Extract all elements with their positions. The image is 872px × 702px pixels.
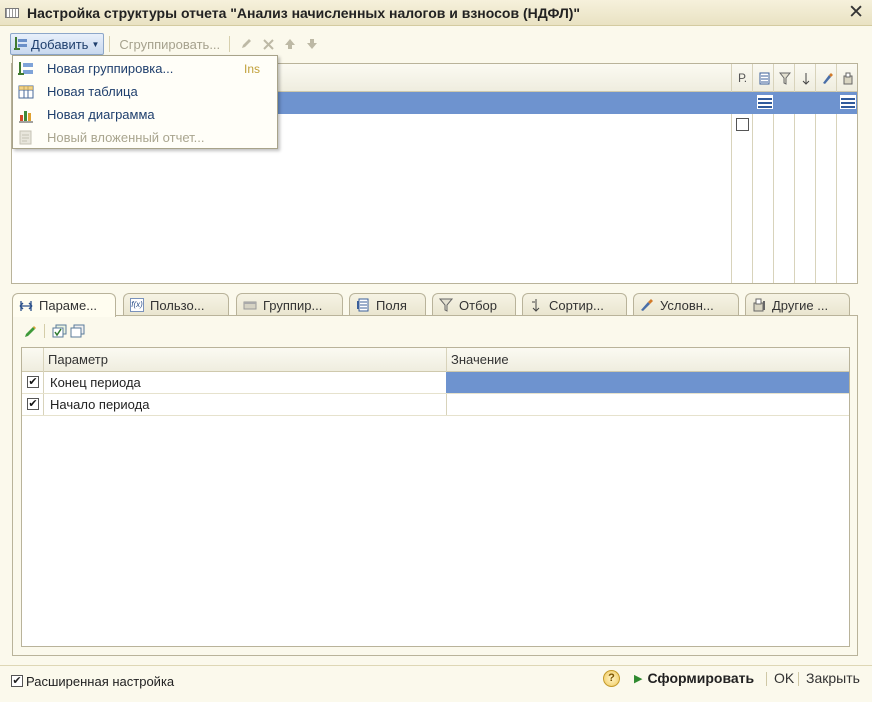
generate-button-label: Сформировать [647,670,755,686]
tab-label: Группир... [263,297,323,313]
parameters-toolbar [21,321,86,341]
conditional-format-column-icon[interactable] [816,64,837,92]
menu-item-label: Новая диаграмма [47,107,155,122]
fields-icon [357,298,369,312]
ok-button[interactable]: OK [774,670,794,686]
tab-label: Поля [376,297,407,313]
chevron-down-icon: ▼ [91,39,100,49]
play-icon: ▶ [634,672,643,685]
tab-user-fields[interactable]: f(x) Пользо... [123,293,229,316]
other-setting-icon[interactable] [840,95,856,109]
parameter-value-cell[interactable] [446,372,849,393]
table-icon [18,85,34,98]
menu-item-new-chart[interactable]: Новая диаграмма [13,103,277,126]
menu-item-new-grouping[interactable]: Новая группировка... Ins [13,57,277,80]
user-fields-icon: f(x) [130,298,144,312]
footer-separator [766,672,767,686]
row-checkbox[interactable]: ✔ [27,376,39,388]
fields-setting-icon[interactable] [757,95,773,109]
tab-grouping-fields[interactable]: Группир... [236,293,343,316]
footer-separator [798,672,799,686]
close-button[interactable]: Закрыть [806,670,860,686]
tab-sort[interactable]: Сортир... [522,293,627,316]
menu-item-label: Новая таблица [47,84,138,99]
grouping-icon [18,61,33,75]
row-checkbox[interactable]: ✔ [27,398,39,410]
filter-column-icon[interactable] [774,64,795,92]
menu-item-label: Новая группировка... [47,61,174,76]
nested-report-icon [19,130,32,144]
close-window-icon[interactable]: ✕ [848,2,864,24]
move-up-icon[interactable] [279,33,301,55]
column-header-value[interactable]: Значение [451,352,509,367]
structure-toolbar: Добавить ▼ Сгруппировать... [10,33,323,55]
check-all-icon[interactable] [50,322,68,340]
conditional-format-icon [641,299,653,311]
menu-item-new-nested-report[interactable]: Новый вложенный отчет... [13,126,277,149]
grouping-fields-icon [243,301,257,310]
tab-label: Параме... [39,298,98,313]
table-row[interactable]: ✔ Конец периода [22,372,849,394]
add-button-label: Добавить [31,36,89,52]
toolbar-separator [109,36,111,52]
dialog-footer: ✔ Расширенная настройка ? ▶ Сформировать… [0,665,872,695]
tab-label: Условн... [660,297,714,313]
table-row[interactable]: ✔ Начало периода [22,394,849,416]
column-resources-header[interactable]: Р. [732,64,753,92]
column-header-parameter[interactable]: Параметр [48,352,108,367]
advanced-settings-label[interactable]: Расширенная настройка [26,674,174,689]
uncheck-all-icon[interactable] [68,322,86,340]
other-settings-icon [753,298,765,312]
toolbar-separator [229,36,231,52]
use-resources-checkbox[interactable] [736,118,749,131]
delete-icon[interactable] [257,33,279,55]
menu-item-shortcut: Ins [244,61,261,76]
toolbar-separator [44,324,45,338]
group-button[interactable]: Сгруппировать... [115,33,224,55]
parameter-name: Конец периода [50,375,141,390]
tab-parameters[interactable]: Параме... [12,293,116,317]
parameters-table[interactable]: Параметр Значение ✔ Конец периода ✔ Нача… [21,347,850,647]
add-structure-icon [14,37,27,50]
other-settings-column-icon[interactable] [837,64,858,92]
tab-label: Пользо... [150,297,205,313]
parameters-panel: Параметр Значение ✔ Конец периода ✔ Нача… [12,315,858,656]
tab-conditional-format[interactable]: Условн... [633,293,739,316]
filter-icon [439,298,453,312]
generate-button[interactable]: ▶ Сформировать [634,670,754,686]
window-title: Настройка структуры отчета "Анализ начис… [27,4,581,21]
chart-icon [19,110,33,122]
edit-icon[interactable] [235,33,257,55]
title-bar: Настройка структуры отчета "Анализ начис… [0,0,872,26]
sort-column-icon[interactable] [795,64,816,92]
parameter-name: Начало периода [50,397,150,412]
window-icon [5,7,19,18]
parameters-icon [19,300,33,311]
help-icon[interactable]: ? [603,670,620,687]
parameter-value-cell[interactable] [446,394,849,415]
advanced-settings-checkbox[interactable]: ✔ [11,675,23,687]
fields-column-icon[interactable] [753,64,774,92]
edit-parameter-icon[interactable] [21,322,39,340]
tab-other[interactable]: Другие ... [745,293,850,316]
menu-item-label: Новый вложенный отчет... [47,130,205,145]
sort-icon [532,299,540,312]
tab-fields[interactable]: Поля [349,293,426,316]
tab-label: Сортир... [549,297,604,313]
tab-filter[interactable]: Отбор [432,293,516,316]
add-button[interactable]: Добавить ▼ [10,33,105,55]
menu-item-new-table[interactable]: Новая таблица [13,80,277,103]
move-down-icon[interactable] [301,33,323,55]
parameters-table-header: Параметр Значение [22,348,849,372]
tab-label: Отбор [459,297,497,313]
tab-label: Другие ... [772,297,829,313]
add-dropdown-menu: Новая группировка... Ins Новая таблица Н… [12,55,278,149]
